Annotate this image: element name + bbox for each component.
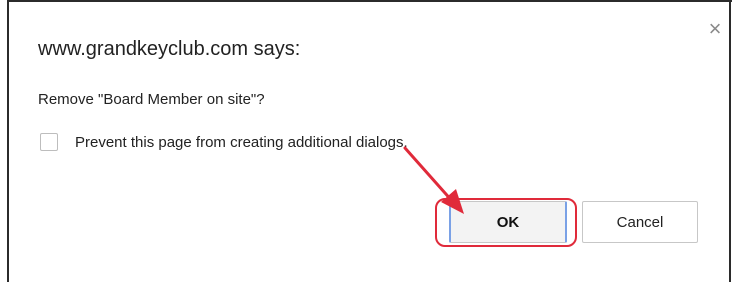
prevent-dialogs-checkbox[interactable] (40, 133, 58, 151)
dialog-title: www.grandkeyclub.com says: (38, 38, 301, 60)
close-icon[interactable]: × (706, 18, 724, 40)
prevent-dialogs-label: Prevent this page from creating addition… (75, 133, 408, 151)
frame-border-right (729, 0, 731, 282)
ok-button[interactable]: OK (449, 201, 567, 243)
alert-dialog: × www.grandkeyclub.com says: Remove "Boa… (9, 2, 729, 282)
dialog-message: Remove "Board Member on site"? (38, 91, 265, 108)
screenshot-frame: × www.grandkeyclub.com says: Remove "Boa… (0, 0, 732, 282)
cancel-button[interactable]: Cancel (582, 201, 698, 243)
prevent-dialogs-option[interactable]: Prevent this page from creating addition… (40, 130, 408, 154)
